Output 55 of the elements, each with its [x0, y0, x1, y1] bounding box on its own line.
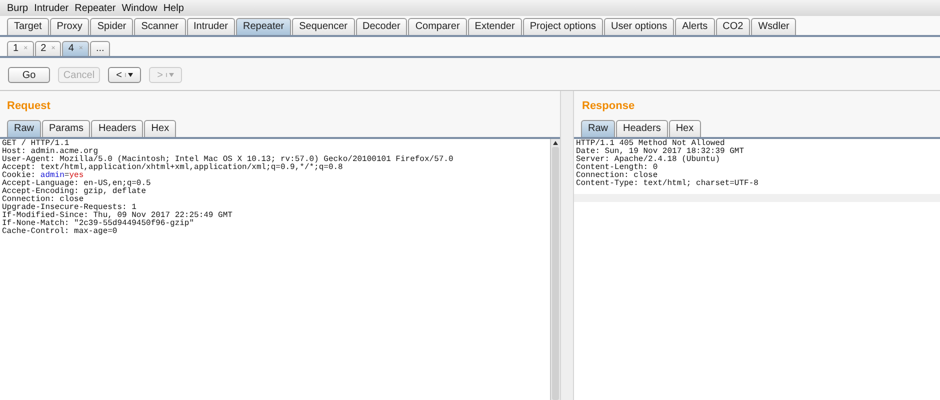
more-tabs-tab[interactable]: ... [90, 41, 110, 56]
tab[interactable]: Wsdler [751, 18, 796, 35]
tab[interactable]: Comparer [408, 18, 467, 35]
tab[interactable]: Proxy [50, 18, 90, 35]
tab[interactable]: CO2 [716, 18, 750, 35]
menu-item[interactable]: Intruder [34, 0, 69, 16]
menu-item[interactable]: Repeater [74, 0, 116, 16]
tab[interactable]: Repeater [236, 18, 292, 35]
menu-item[interactable]: Help [163, 0, 184, 16]
back-button[interactable]: < [108, 67, 141, 83]
tab[interactable]: Sequencer [292, 18, 354, 35]
tab[interactable]: Raw [7, 120, 42, 136]
code-line: Server: Apache/2.4.18 (Ubuntu) [575, 156, 722, 164]
tab[interactable]: Target [7, 18, 49, 35]
tab[interactable]: Project options [522, 18, 603, 35]
code-line: Accept: text/html,application/xhtml+xml,application/xml;q=0.9,*/*;q=0.8 [2, 164, 344, 172]
code-line: Cookie: admin=yes [2, 172, 84, 180]
menu-item[interactable]: Burp [7, 0, 28, 16]
pane-title: Response [581, 99, 636, 114]
menu-item[interactable]: Window [122, 0, 158, 16]
tab[interactable]: Scanner [134, 18, 186, 35]
tab[interactable]: Raw [581, 120, 616, 136]
tab[interactable]: Hex [668, 120, 701, 136]
code-line: Cache-Control: max-age=0 [2, 228, 118, 236]
tab[interactable]: Headers [616, 120, 668, 136]
tab[interactable]: Headers [91, 120, 144, 136]
code-line: Connection: close [2, 196, 84, 204]
pane-title: Request [6, 99, 52, 114]
arrow-up-icon[interactable] [553, 140, 558, 144]
code-line: GET / HTTP/1.1 [2, 140, 70, 148]
caret-icon [168, 73, 174, 77]
code-line: Upgrade-Insecure-Requests: 1 [2, 204, 138, 212]
tab[interactable]: Decoder [356, 18, 408, 35]
code-line: If-Modified-Since: Thu, 09 Nov 2017 22:25:49 GMT [2, 212, 234, 220]
code-line: If-None-Match: "2c39-55d9449450f96-gzip" [2, 220, 196, 228]
code-line: Connection: close [575, 172, 658, 180]
code-line: HTTP/1.1 405 Method Not Allowed [575, 140, 726, 148]
tab[interactable]: User options [604, 18, 674, 35]
code-line: Content-Type: text/html; charset=UTF-8 [575, 180, 760, 188]
response-editor[interactable]: HTTP/1.1 405 Method Not Allowed Date: Sun, 19 Nov 2017 18:32:39 GMT Server: Apache/2.4.18 (Ubuntu) Content-Length: 0 Connection: close Content-Type: text/html; charset=UTF-8 [574, 138, 940, 400]
tab[interactable]: Intruder [186, 18, 235, 35]
go-button[interactable]: Go [8, 67, 50, 83]
code-line: Host: admin.acme.org [2, 148, 98, 156]
caret-icon [128, 73, 133, 77]
tab[interactable]: Hex [144, 120, 176, 136]
code-line: Date: Sun, 19 Nov 2017 18:32:39 GMT [575, 148, 746, 156]
tab[interactable]: Spider [90, 18, 134, 35]
scrollbar[interactable] [550, 138, 560, 400]
code-line: Accept-Encoding: gzip, deflate [2, 188, 146, 196]
code-line: Accept-Language: en-US,en;q=0.5 [2, 180, 152, 188]
code-line: Content-Length: 0 [575, 164, 658, 172]
tab[interactable]: Params [42, 120, 90, 136]
tab[interactable]: Extender [468, 18, 522, 35]
code-line: User-Agent: Mozilla/5.0 (Macintosh; Intel Mac OS X 10.13; rv:57.0) Gecko/20100101 Firefox/57.0 [2, 156, 454, 164]
tab[interactable]: Alerts [675, 18, 715, 35]
